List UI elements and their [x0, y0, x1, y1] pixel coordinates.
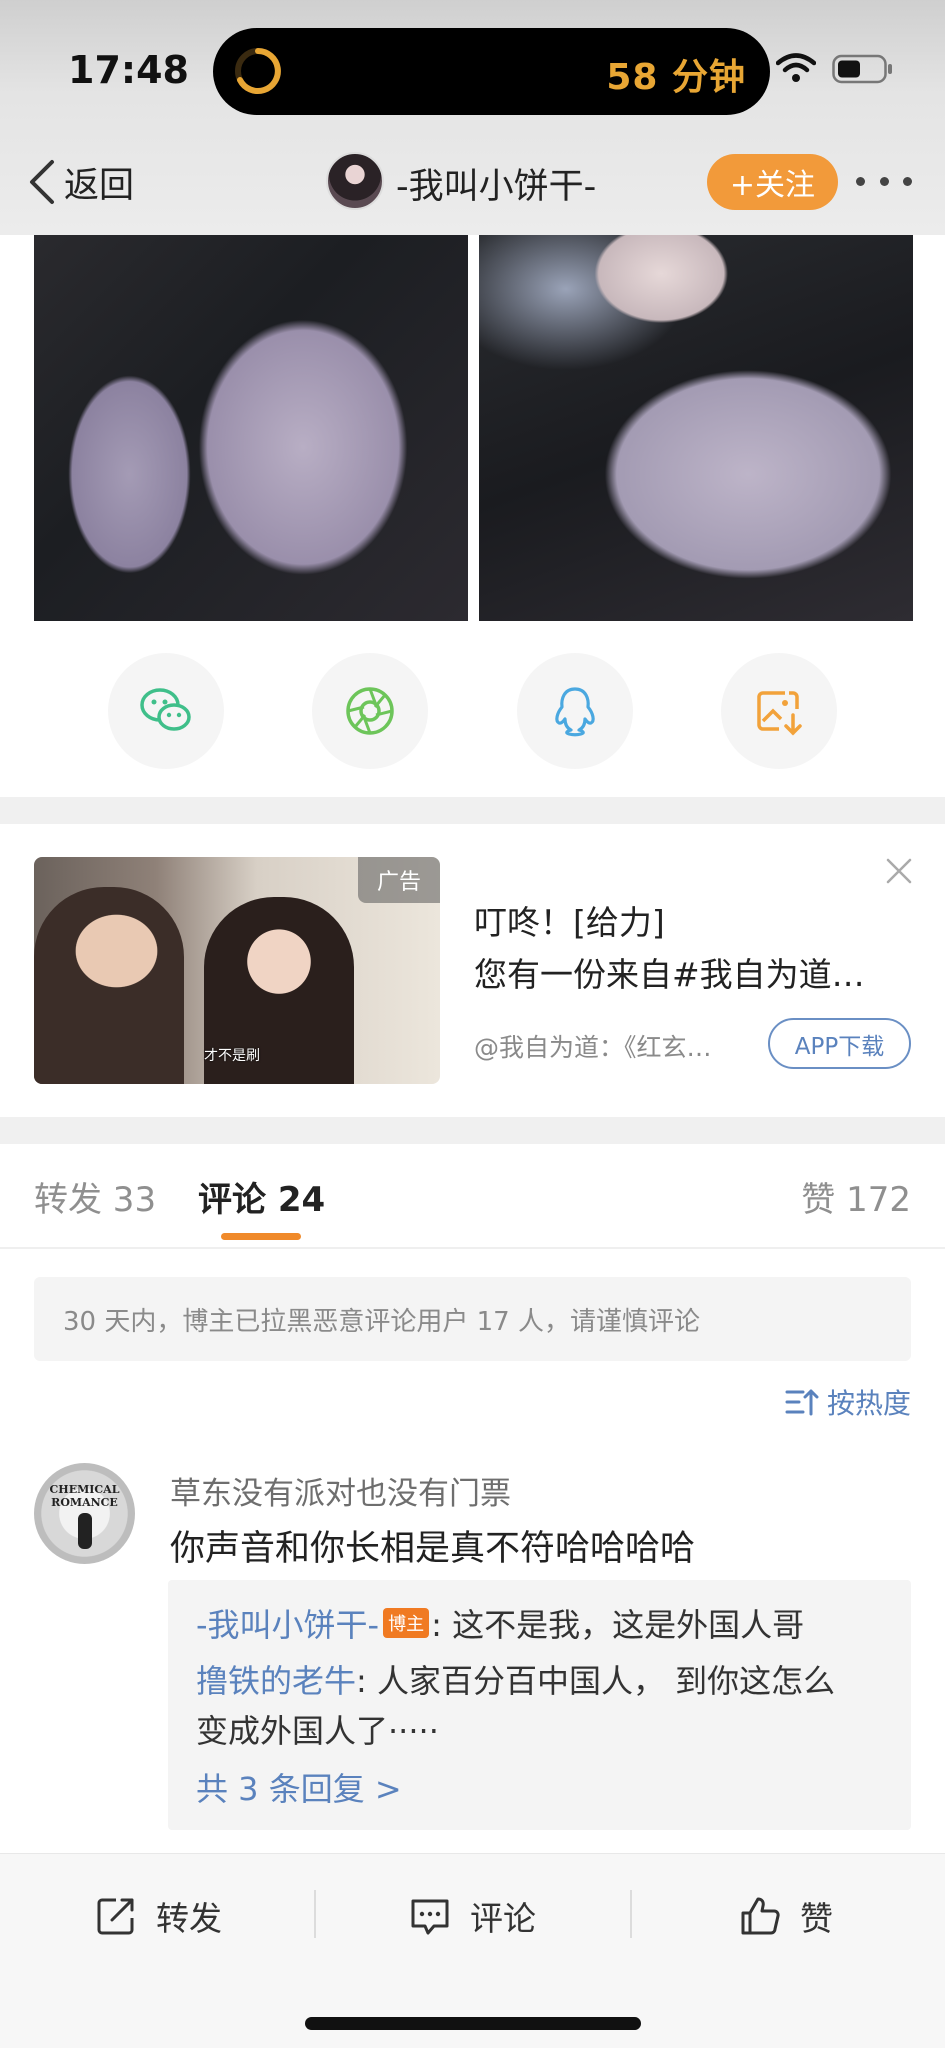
close-icon[interactable] [884, 856, 914, 886]
tab-comment[interactable]: 评论 24 [198, 1172, 325, 1221]
comment-notice: 30 天内，博主已拉黑恶意评论用户 17 人，请谨慎评论 [34, 1277, 911, 1361]
save-image-icon [757, 691, 802, 736]
reply-item: 撸铁的老牛: 人家百分百中国人， 到你这怎么 [196, 1656, 835, 1702]
qq-icon [555, 687, 595, 737]
reply-text: : 这不是我，这是外国人哥 [431, 1606, 805, 1644]
share-wechat-button[interactable] [108, 653, 224, 769]
timer-ring-icon [235, 48, 281, 94]
separator [630, 1890, 632, 1938]
wifi-icon [776, 53, 816, 82]
ad-person [34, 887, 184, 1084]
like-button[interactable]: 赞 [738, 1886, 833, 1946]
avatar-figure [78, 1513, 92, 1549]
back-button[interactable]: 返回 [26, 155, 134, 209]
tab-like[interactable]: 赞 172 [801, 1172, 911, 1221]
tab-repost[interactable]: 转发 33 [34, 1172, 156, 1221]
sort-label: 按热度 [826, 1387, 911, 1420]
reply-text: : 人家百分百中国人， 到你这怎么 [356, 1662, 836, 1700]
comment-icon [411, 1899, 449, 1935]
section-divider [0, 1117, 945, 1144]
battery-icon [832, 54, 892, 84]
view-all-replies-link[interactable]: 共 3 条回复 > [196, 1764, 402, 1810]
ad-badge: 广告 [358, 857, 440, 903]
follow-button[interactable]: +关注 [707, 154, 838, 210]
comment-button[interactable]: 评论 [408, 1886, 536, 1946]
post-image-1[interactable] [34, 235, 468, 621]
reply-author[interactable]: -我叫小饼干- [196, 1606, 379, 1644]
tab-active-indicator [221, 1233, 301, 1240]
share-moments-button[interactable] [312, 653, 428, 769]
dynamic-island[interactable]: 58 分钟 [213, 28, 770, 115]
status-time: 17:48 [68, 48, 189, 92]
thumbs-up-icon [741, 1897, 780, 1935]
comment-label: 评论 [470, 1899, 536, 1938]
reply-item: -我叫小饼干- 博主: 这不是我，这是外国人哥 [196, 1600, 804, 1646]
author-avatar[interactable] [326, 152, 384, 210]
home-indicator[interactable] [305, 2017, 641, 2030]
share-qq-button[interactable] [517, 653, 633, 769]
timer-text: 58 分钟 [606, 57, 746, 98]
ad-source: @我自为道：《红玄… [474, 1033, 712, 1062]
reply-box[interactable]: -我叫小饼干- 博主: 这不是我，这是外国人哥 撸铁的老牛: 人家百分百中国人， … [168, 1580, 911, 1830]
author-badge: 博主 [383, 1608, 430, 1638]
separator [314, 1890, 316, 1938]
chevron-left-icon [30, 160, 54, 204]
dot-icon [879, 176, 889, 186]
avatar-logo-text: CHEMICAL ROMANCE [49, 1483, 120, 1509]
author-name[interactable]: -我叫小饼干- [396, 158, 596, 209]
ad-title[interactable]: 叮咚！[给力] [474, 896, 665, 944]
commenter-avatar[interactable]: CHEMICAL ROMANCE [34, 1463, 135, 1564]
reply-author[interactable]: 撸铁的老牛 [196, 1662, 356, 1700]
dot-icon [856, 176, 865, 186]
reply-text-continued: 变成外国人了····· [196, 1712, 439, 1750]
back-label: 返回 [64, 165, 135, 206]
dot-icon [903, 176, 912, 186]
save-image-button[interactable] [721, 653, 837, 769]
more-options-button[interactable] [856, 166, 912, 196]
sort-by-hot-button[interactable]: 按热度 [785, 1382, 911, 1422]
wechat-icon [140, 688, 191, 731]
repost-button[interactable]: 转发 [94, 1886, 222, 1946]
sort-icon [785, 1389, 819, 1416]
app-download-button[interactable]: APP下载 [768, 1018, 911, 1069]
comment-text: 你声音和你长相是真不符哈哈哈哈 [170, 1529, 696, 1569]
ad-caption: 才不是刷 [204, 1048, 260, 1064]
share-arrow-icon [97, 1898, 134, 1935]
ad-subtitle[interactable]: 您有一份来自#我自为道… [474, 948, 865, 996]
ad-image[interactable]: 才不是刷 广告 [34, 857, 440, 1084]
post-image-2[interactable] [479, 235, 913, 621]
tabs-divider [0, 1247, 945, 1249]
repost-label: 转发 [156, 1899, 222, 1938]
commenter-name[interactable]: 草东没有派对也没有门票 [170, 1468, 511, 1513]
section-divider [0, 797, 945, 824]
bottom-action-bar: 转发 评论 赞 [0, 1853, 945, 2048]
moments-icon [346, 687, 394, 735]
like-label: 赞 [800, 1899, 833, 1938]
top-bar: 17:48 58 分钟 返回 -我叫小饼干- +关注 [0, 0, 945, 235]
